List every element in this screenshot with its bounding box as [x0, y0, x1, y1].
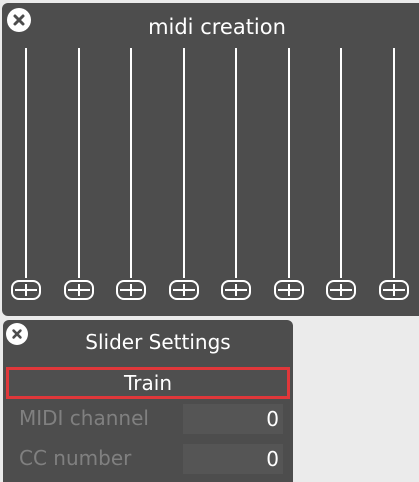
- cc-number-row: CC number 0: [3, 444, 293, 476]
- train-button[interactable]: Train: [6, 367, 290, 399]
- slider-handle-icon[interactable]: [168, 280, 199, 300]
- slider-track[interactable]: [182, 48, 185, 278]
- panel-title: Slider Settings: [85, 330, 231, 354]
- slider-track[interactable]: [77, 48, 80, 278]
- slider-handle-icon[interactable]: [116, 280, 146, 300]
- panel-title: midi creation: [148, 15, 286, 39]
- cc-number-label: CC number: [19, 446, 132, 470]
- slider-track[interactable]: [287, 48, 290, 278]
- midi-creation-panel: midi creation: [2, 3, 419, 316]
- midi-channel-field[interactable]: 0: [183, 404, 283, 434]
- slider-handle-icon[interactable]: [273, 280, 304, 300]
- slider-handle-icon[interactable]: [378, 280, 409, 300]
- slider-track[interactable]: [340, 48, 342, 278]
- slider-handle-icon[interactable]: [11, 280, 41, 300]
- cc-number-field[interactable]: 0: [183, 444, 283, 474]
- slider-settings-panel: Slider Settings Train MIDI channel 0 CC …: [3, 320, 293, 482]
- slider-handle-icon[interactable]: [221, 280, 251, 300]
- midi-channel-row: MIDI channel 0: [3, 404, 293, 436]
- slider-handle-icon[interactable]: [63, 280, 94, 300]
- slider-track[interactable]: [235, 48, 237, 278]
- slider-track[interactable]: [392, 48, 395, 278]
- slider-track[interactable]: [130, 48, 132, 278]
- slider-track[interactable]: [25, 48, 27, 278]
- midi-channel-label: MIDI channel: [19, 406, 149, 430]
- slider-handle-icon[interactable]: [326, 280, 356, 300]
